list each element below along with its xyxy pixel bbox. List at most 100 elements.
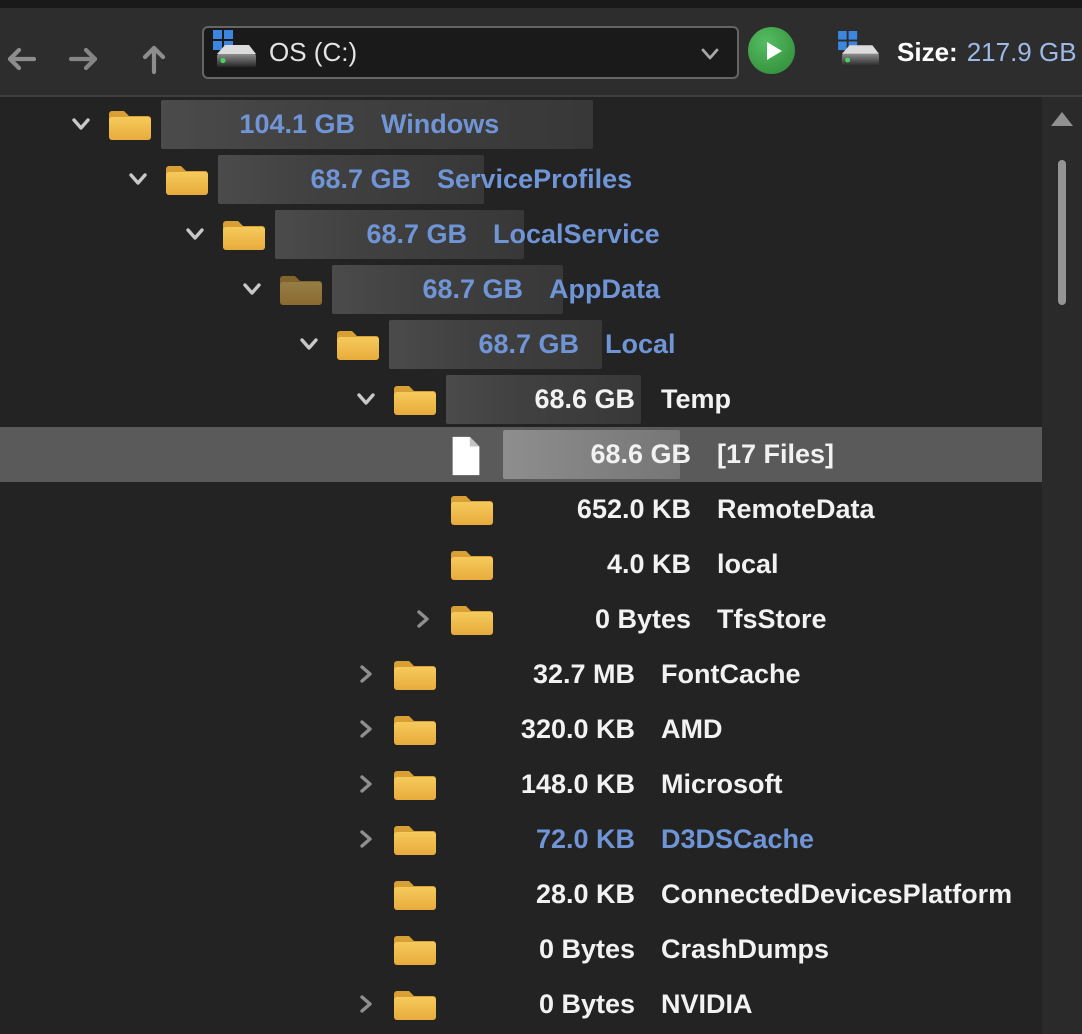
row-name: TfsStore [717, 604, 827, 634]
row-name: NVIDIA [661, 989, 753, 1019]
triangle-up-icon [1051, 112, 1073, 126]
chevron-down-icon [697, 41, 723, 72]
file-icon [449, 435, 483, 482]
tree-row[interactable]: 652.0 KB RemoteData [0, 482, 1042, 537]
tree-row[interactable]: 68.6 GB [17 Files] [0, 427, 1042, 482]
folder-icon [392, 765, 438, 808]
row-size: 68.7 GB [478, 329, 579, 359]
tree-row[interactable]: 68.7 GB LocalService [0, 207, 1042, 262]
row-name: RemoteData [717, 494, 875, 524]
row-name: Temp [661, 384, 732, 414]
tree-row[interactable]: 0 Bytes CrashDumps [0, 922, 1042, 977]
chevron-collapsed-icon[interactable] [409, 605, 437, 633]
row-size: 68.7 GB [310, 164, 411, 194]
folder-icon [278, 270, 324, 313]
tree-row[interactable]: 4.0 KB local [0, 537, 1042, 592]
folder-icon [392, 710, 438, 753]
row-size: 104.1 GB [239, 109, 355, 139]
drive-selector-value: OS (C:) [269, 37, 358, 67]
forward-button[interactable] [66, 41, 102, 77]
row-name: [17 Files] [717, 439, 835, 469]
row-size: 68.6 GB [534, 384, 635, 414]
chevron-collapsed-icon[interactable] [352, 825, 380, 853]
row-name: AMD [661, 714, 723, 744]
chevron-expanded-icon[interactable] [124, 165, 152, 193]
arrow-up-icon [142, 45, 166, 75]
row-size: 32.7 MB [532, 659, 635, 689]
folder-icon [392, 930, 438, 973]
row-size: 0 Bytes [538, 934, 635, 964]
folder-icon [392, 380, 438, 423]
folder-icon [449, 545, 495, 588]
tree-row[interactable]: 0 Bytes TfsStore [0, 592, 1042, 647]
tree-row[interactable]: 28.0 KB ConnectedDevicesPlatform [0, 867, 1042, 922]
folder-icon [449, 600, 495, 643]
play-icon [766, 41, 782, 60]
row-name: ServiceProfiles [437, 164, 633, 194]
drive-selector[interactable]: OS (C:) [202, 26, 739, 79]
start-scan-button[interactable] [748, 27, 795, 74]
scrollbar-track[interactable] [1042, 97, 1082, 1034]
tree-row[interactable]: 148.0 KB Microsoft [0, 757, 1042, 812]
chevron-collapsed-icon[interactable] [352, 990, 380, 1018]
chevron-collapsed-icon[interactable] [352, 770, 380, 798]
tree-row[interactable]: 68.7 GB Local [0, 317, 1042, 372]
tree-row[interactable]: 72.0 KB D3DSCache [0, 812, 1042, 867]
row-size: 28.0 KB [535, 879, 635, 909]
folder-icon [107, 105, 153, 148]
arrow-left-icon [7, 47, 37, 71]
scrollbar-thumb[interactable] [1058, 160, 1066, 305]
chevron-expanded-icon[interactable] [295, 330, 323, 358]
chevron-expanded-icon[interactable] [67, 110, 95, 138]
row-name: Windows [381, 109, 500, 139]
tree-row[interactable]: 104.1 GB Windows [0, 97, 1042, 152]
row-size: 0 Bytes [538, 989, 635, 1019]
tree-row[interactable]: 320.0 KB AMD [0, 702, 1042, 757]
row-size: 148.0 KB [520, 769, 635, 799]
chevron-collapsed-icon[interactable] [352, 660, 380, 688]
chevron-collapsed-icon[interactable] [352, 715, 380, 743]
usage-bar [161, 100, 593, 149]
size-label: Size: [897, 36, 958, 67]
folder-icon [449, 490, 495, 533]
row-name: Local [605, 329, 676, 359]
folder-icon [392, 985, 438, 1028]
chevron-expanded-icon[interactable] [352, 385, 380, 413]
drive-icon [838, 30, 882, 76]
size-summary: Size: 217.9 GB [838, 28, 1077, 76]
folder-icon [392, 820, 438, 863]
folder-icon [392, 655, 438, 698]
row-name: AppData [549, 274, 661, 304]
row-size: 320.0 KB [520, 714, 635, 744]
tree-row[interactable]: 68.6 GB Temp [0, 372, 1042, 427]
folder-tree: 104.1 GB Windows 68.7 GB ServiceProfiles 68.… [0, 97, 1042, 1034]
chevron-expanded-icon[interactable] [238, 275, 266, 303]
toolbar: OS (C:) Size: 217.9 GB [0, 8, 1082, 97]
back-button[interactable] [3, 41, 39, 77]
tree-row[interactable]: 0 Bytes NVIDIA [0, 977, 1042, 1032]
row-size: 68.7 GB [422, 274, 523, 304]
folder-icon [164, 160, 210, 203]
row-name: ConnectedDevicesPlatform [661, 879, 1013, 909]
arrow-right-icon [68, 47, 98, 71]
scroll-up-button[interactable] [1042, 103, 1082, 135]
row-size: 0 Bytes [594, 604, 691, 634]
row-name: local [717, 549, 779, 579]
row-size: 68.7 GB [366, 219, 467, 249]
row-size: 4.0 KB [606, 549, 691, 579]
row-name: LocalService [493, 219, 660, 249]
row-name: CrashDumps [661, 934, 830, 964]
row-name: Microsoft [661, 769, 783, 799]
up-button[interactable] [136, 41, 172, 77]
tree-row[interactable]: 68.7 GB ServiceProfiles [0, 152, 1042, 207]
tree-row[interactable]: 32.7 MB FontCache [0, 647, 1042, 702]
tree-row[interactable]: 68.7 GB AppData [0, 262, 1042, 317]
folder-icon [392, 875, 438, 918]
window-top-strip [0, 0, 1082, 8]
row-name: FontCache [661, 659, 801, 689]
row-size: 68.6 GB [590, 439, 691, 469]
row-size: 652.0 KB [576, 494, 691, 524]
row-size: 72.0 KB [535, 824, 635, 854]
chevron-expanded-icon[interactable] [181, 220, 209, 248]
folder-icon [335, 325, 381, 368]
